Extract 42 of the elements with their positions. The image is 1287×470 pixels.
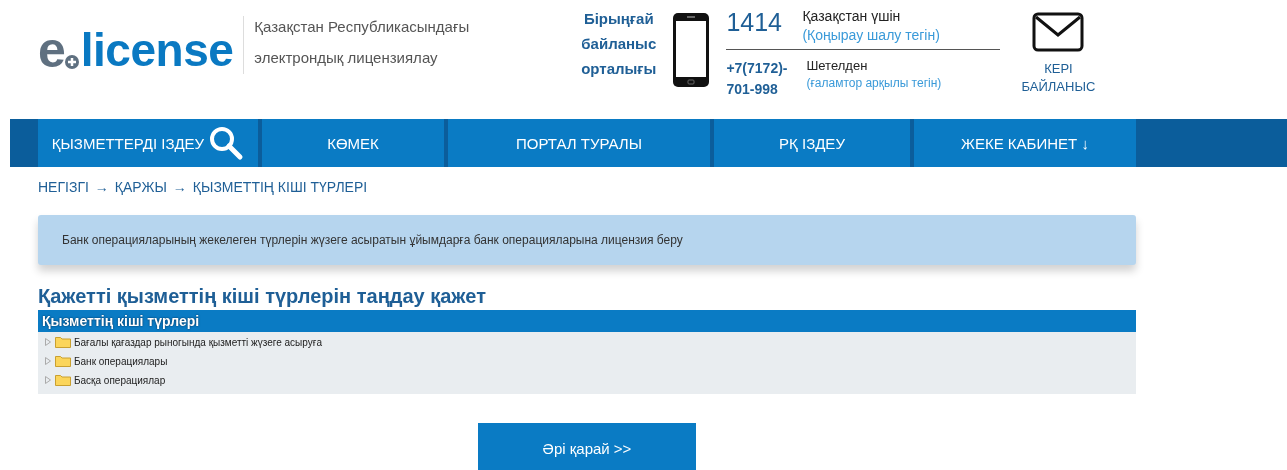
folder-icon [55,374,71,386]
folder-icon [55,336,71,348]
logo-wordmark: license [80,30,234,70]
tree-item[interactable]: Банк операциялары [74,355,168,367]
nav-item[interactable]: ҚЫЗМЕТТЕРДІ ІЗДЕУ [38,119,258,167]
folder-icon [55,355,71,367]
logo-letter: e [38,30,66,70]
phone-number: 1414 [726,8,784,38]
tree-header: Қызметтің кіші түрлері [38,310,1136,332]
nav-item[interactable]: ПОРТАЛ ТУРАЛЫ [448,119,710,167]
nav-item[interactable]: РҚ ІЗДЕУ [714,119,910,167]
tree-item[interactable]: Басқа операциялар [74,374,166,386]
feedback-link[interactable]: КЕРІ [1044,60,1073,78]
feedback-link[interactable]: БАЙЛАНЫС [1021,78,1096,96]
phone-region: Қазақстан үшін [802,8,902,24]
contact-center-label: Бірыңғай [582,10,655,27]
breadcrumb-link[interactable]: НЕГІЗГІ [38,179,89,195]
contact-center-label: байланыс [581,35,657,52]
expander-icon[interactable] [44,376,52,384]
page-heading: Қажетті қызметтің кіші түрлерін таңдау қажет [38,285,487,308]
search-icon[interactable] [208,125,245,161]
expander-icon[interactable] [44,338,52,346]
nav-item[interactable]: ЖЕКЕ КАБИНЕТ ↓ [914,119,1136,167]
phone-region: Шетелден [806,58,869,73]
plus-circle-icon [63,54,80,70]
breadcrumb-link[interactable]: ҚАРЖЫ [114,179,167,195]
tagline: электрондық лицензиялау [254,49,439,66]
breadcrumb-separator: → [172,179,187,195]
mail-icon[interactable] [1032,12,1085,52]
phone-number: +7(7172)-701-998 [726,59,789,99]
tagline: Қазақстан Республикасындағы [254,18,470,35]
phone-note: (Қоңырау шалу тегін) [802,27,940,43]
next-button[interactable]: Әрі қарай >> [478,423,696,470]
breadcrumb-link[interactable]: ҚЫЗМЕТТІҢ КІШІ ТҮРЛЕРІ [192,179,368,195]
phone-icon [672,12,711,88]
phone-note: (ғаламтор арқылы тегін) [806,76,942,90]
contact-center-label: орталығы [581,60,657,77]
nav-item[interactable]: КӨМЕК [262,119,444,167]
notice-panel: Банк операцияларының жекелеген түрлерін жүзеге асыратын ұйымдарға банк операцияларына лицензия беру [38,215,1136,265]
expander-icon[interactable] [44,357,52,365]
tree-item[interactable]: Бағалы қағаздар рыногында қызметті жүзеге асыруға [74,336,322,348]
breadcrumb-separator: → [94,179,109,195]
